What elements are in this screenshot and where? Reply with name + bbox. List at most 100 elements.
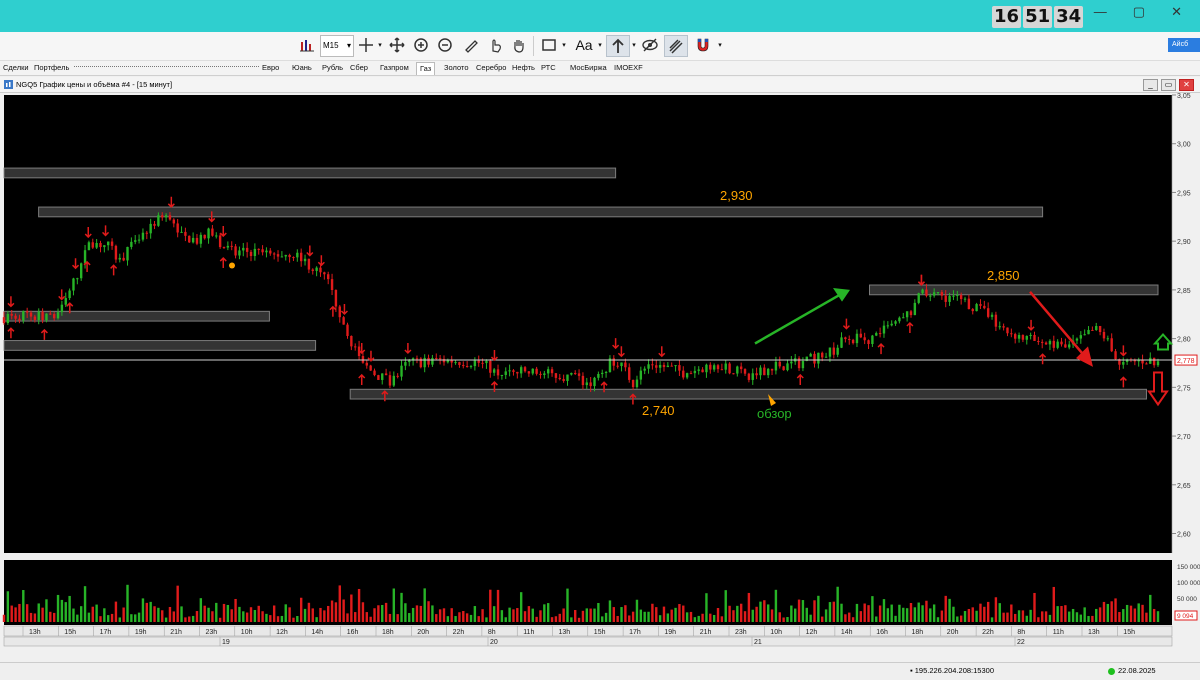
rectangle-icon[interactable] xyxy=(540,35,558,55)
clock-seconds: 34 xyxy=(1054,6,1084,28)
candle-body xyxy=(149,223,152,234)
volume-bar xyxy=(199,598,203,622)
tab-0[interactable]: Сделки xyxy=(3,62,29,74)
pencil-icon[interactable] xyxy=(462,35,480,55)
candle-body xyxy=(477,360,480,363)
level-zone xyxy=(3,310,270,322)
volume-bar xyxy=(396,614,399,622)
chevron-down-icon[interactable]: ▾ xyxy=(596,35,604,55)
chevron-down-icon[interactable]: ▾ xyxy=(376,35,384,55)
candle-body xyxy=(917,293,920,303)
right-toolbar-button[interactable]: Айсб xyxy=(1168,38,1200,52)
volume-bar xyxy=(566,588,569,622)
volume-bar xyxy=(249,607,253,622)
maximize-icon[interactable]: ▢ xyxy=(1133,4,1145,20)
window-restore-button[interactable]: ▭ xyxy=(1161,79,1176,91)
tab-3[interactable]: Юань xyxy=(292,62,312,74)
window-close-button[interactable]: ✕ xyxy=(1179,79,1194,91)
tab-7[interactable]: Газ xyxy=(416,62,436,75)
volume-bar xyxy=(137,612,141,622)
tab-5[interactable]: Сбер xyxy=(350,62,368,74)
candle-body xyxy=(76,278,79,280)
candle-body xyxy=(492,369,496,373)
timeframe-select[interactable]: M15 ▾ xyxy=(320,35,354,57)
volume-bar xyxy=(504,617,507,622)
volume-bar xyxy=(1068,611,1071,622)
volume-bar xyxy=(1056,606,1059,622)
bar-chart-icon[interactable] xyxy=(298,35,316,55)
candle-body xyxy=(234,246,237,256)
layers-icon[interactable] xyxy=(664,35,688,57)
tab-4[interactable]: Рубль xyxy=(322,62,343,74)
volume-bar xyxy=(110,613,114,622)
candle-body xyxy=(651,364,654,366)
zoom-out-icon[interactable] xyxy=(436,35,454,55)
minimize-icon[interactable]: — xyxy=(1094,4,1107,20)
volume-bar xyxy=(423,588,426,622)
volume-bar xyxy=(1122,609,1125,622)
text-tool-button[interactable]: Aa xyxy=(572,35,596,55)
close-icon[interactable]: ✕ xyxy=(1171,4,1182,20)
tab-9[interactable]: Серебро xyxy=(476,62,506,74)
volume-bar xyxy=(323,610,326,622)
volume-bar xyxy=(635,599,639,622)
candle-body xyxy=(1156,361,1160,366)
move-icon[interactable] xyxy=(388,35,406,55)
connection-status-icon xyxy=(1108,667,1115,675)
window-minimize-button[interactable]: _ xyxy=(1143,79,1158,91)
volume-bar xyxy=(87,612,91,622)
price-volume-chart[interactable]: 3,05 3,00 2,95 2,90 2,85 2,80 2,75 2,70 2,65 2,60… xyxy=(0,92,1200,659)
volume-bar xyxy=(72,608,75,622)
tab-2[interactable]: Евро xyxy=(262,62,279,74)
candle-body xyxy=(523,367,527,372)
candle-body xyxy=(1010,333,1013,335)
volume-bar xyxy=(334,602,338,622)
volume-bar xyxy=(238,606,241,622)
tab-8[interactable]: Золото xyxy=(444,62,469,74)
candle-body xyxy=(404,362,407,366)
volume-bar xyxy=(959,615,963,622)
candle-body xyxy=(41,311,44,321)
tab-11[interactable]: РТС xyxy=(541,62,556,74)
volume-bar xyxy=(369,616,372,622)
candle-body xyxy=(851,339,855,344)
tab-12[interactable]: МосБиржа xyxy=(570,62,607,74)
volume-bar xyxy=(288,607,291,622)
candle-body xyxy=(944,295,947,302)
magnet-icon[interactable] xyxy=(694,35,712,55)
arrow-up-tool-icon[interactable] xyxy=(606,35,630,57)
pointer-hand-icon[interactable] xyxy=(486,35,504,55)
volume-bar xyxy=(1102,601,1106,622)
y-axis-label: 2,80 xyxy=(1177,337,1191,344)
chevron-down-icon[interactable]: ▾ xyxy=(560,35,568,55)
chevron-down-icon[interactable]: ▾ xyxy=(716,35,724,55)
candle-body xyxy=(693,370,697,374)
volume-bar xyxy=(350,594,353,622)
candle-body xyxy=(1033,334,1036,341)
volume-bar xyxy=(1052,586,1055,622)
volume-bar xyxy=(114,601,118,622)
hand-icon[interactable] xyxy=(510,35,528,55)
crosshair-icon[interactable] xyxy=(356,35,376,55)
candle-body xyxy=(990,314,994,317)
candle-body xyxy=(10,314,13,316)
level-label-2740: 2,740 xyxy=(642,403,675,418)
level-label-2850: 2,850 xyxy=(987,268,1020,283)
hide-eye-icon[interactable] xyxy=(640,35,660,55)
tab-10[interactable]: Нефть xyxy=(512,62,535,74)
volume-bar xyxy=(689,611,693,622)
candle-body xyxy=(369,365,372,371)
candle-body xyxy=(724,363,727,370)
zoom-in-icon[interactable] xyxy=(412,35,430,55)
time-axis-label: 21h xyxy=(700,629,712,636)
candle-body xyxy=(593,377,596,387)
tab-1[interactable]: Портфель xyxy=(34,62,69,74)
candle-body xyxy=(238,250,241,256)
chevron-down-icon[interactable]: ▾ xyxy=(630,35,638,55)
volume-bar xyxy=(929,608,932,622)
tab-6[interactable]: Газпром xyxy=(380,62,409,74)
volume-bar xyxy=(1048,614,1052,622)
candle-body xyxy=(107,241,110,246)
volume-bar xyxy=(1133,608,1137,622)
tab-13[interactable]: IMOEXF xyxy=(614,62,643,74)
